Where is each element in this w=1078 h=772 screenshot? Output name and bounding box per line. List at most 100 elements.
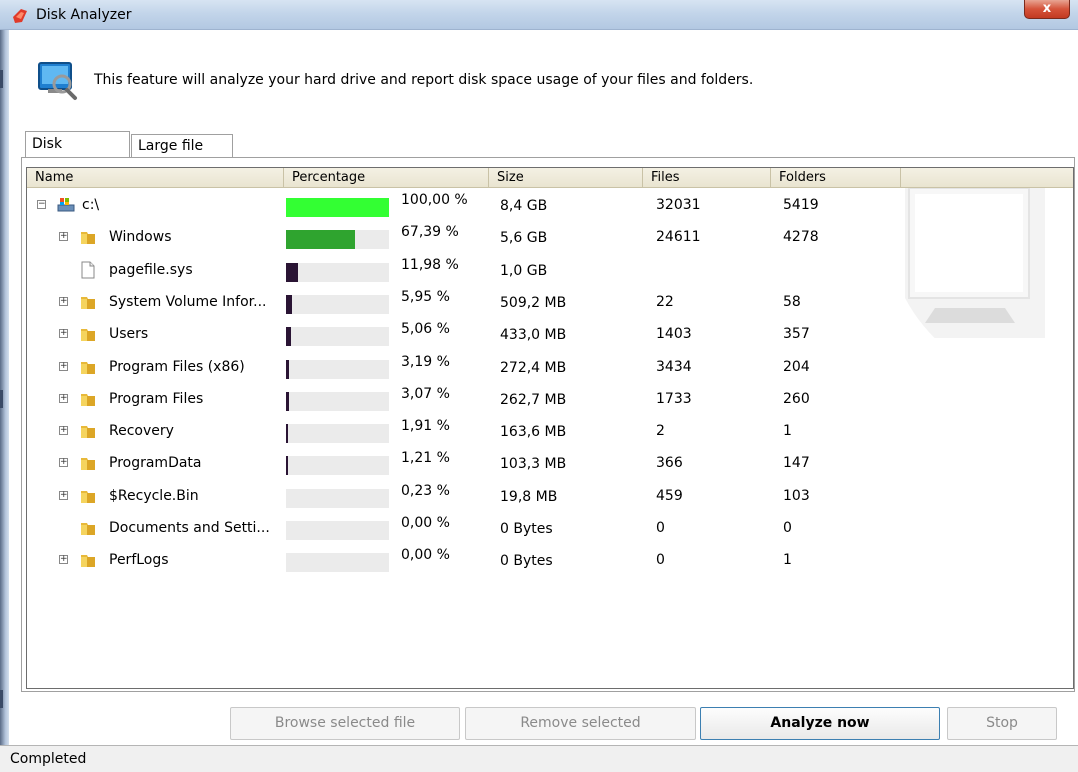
row-folders: 357 xyxy=(783,326,810,343)
tree-row[interactable]: + ProgramData 1,21 % 103,3 MB 366 147 xyxy=(27,448,1073,480)
tree-row[interactable]: + Program Files (x86) 3,19 % 272,4 MB 3434 20… xyxy=(27,352,1073,384)
expand-icon[interactable]: + xyxy=(59,296,68,306)
row-files: 32031 xyxy=(656,197,701,213)
percentage-bar xyxy=(286,198,389,217)
tab-disk-analyzer[interactable]: Disk Analyzer xyxy=(25,131,130,176)
percentage-bar-fill xyxy=(286,359,289,379)
row-files: 459 xyxy=(656,487,683,504)
row-name: pagefile.sys xyxy=(109,261,193,278)
drive-icon xyxy=(57,196,75,214)
expand-icon[interactable]: + xyxy=(59,458,68,468)
expand-icon[interactable]: + xyxy=(59,393,68,403)
folder-icon xyxy=(79,519,97,537)
row-size: 433,0 MB xyxy=(500,327,567,344)
row-percentage: 0,23 % xyxy=(401,482,450,499)
tab-large-file-list[interactable]: Large file list xyxy=(131,134,233,176)
column-header-folders[interactable]: Folders xyxy=(771,168,901,187)
stop-button[interactable]: Stop xyxy=(947,707,1057,740)
folder-icon xyxy=(79,358,97,376)
remove-selected-button[interactable]: Remove selected xyxy=(465,707,696,740)
status-text: Completed xyxy=(10,751,87,767)
expand-icon[interactable]: + xyxy=(59,329,68,339)
tree-row[interactable]: − c:\ 100,00 % 8,4 GB 32031 5419 xyxy=(27,190,1073,222)
tree-row[interactable]: + Windows 67,39 % 5,6 GB 24611 4278 xyxy=(27,222,1073,254)
expand-icon[interactable]: + xyxy=(59,426,68,436)
row-size: 0 Bytes xyxy=(500,521,553,537)
row-percentage: 5,95 % xyxy=(401,288,450,305)
percentage-bar-fill xyxy=(286,262,298,282)
row-size: 0 Bytes xyxy=(500,553,553,570)
tree-row[interactable]: + Users 5,06 % 433,0 MB 1403 357 xyxy=(27,319,1073,351)
folder-icon xyxy=(79,454,97,472)
row-size: 262,7 MB xyxy=(500,391,567,408)
row-folders: 0 xyxy=(783,520,792,536)
row-folders: 5419 xyxy=(783,197,819,213)
row-name: System Volume Infor... xyxy=(109,293,267,310)
row-files: 1733 xyxy=(656,390,692,407)
column-header-name[interactable]: Name xyxy=(27,168,284,187)
row-percentage: 3,07 % xyxy=(401,385,450,402)
row-files: 2 xyxy=(656,423,665,440)
percentage-bar-fill xyxy=(286,391,289,411)
row-name: Program Files (x86) xyxy=(109,358,245,375)
row-size: 509,2 MB xyxy=(500,294,567,311)
tree-row[interactable]: + $Recycle.Bin 0,23 % 19,8 MB 459 103 xyxy=(27,481,1073,513)
row-files: 366 xyxy=(656,455,683,472)
row-files: 24611 xyxy=(656,229,701,246)
percentage-bar xyxy=(286,553,389,573)
row-name: ProgramData xyxy=(109,455,202,472)
percentage-bar-fill xyxy=(286,230,355,250)
percentage-bar-fill xyxy=(286,294,292,314)
row-percentage: 0,00 % xyxy=(401,515,450,531)
row-size: 8,4 GB xyxy=(500,198,548,214)
analyze-now-button[interactable]: Analyze now xyxy=(700,707,940,740)
row-folders: 58 xyxy=(783,293,801,310)
row-size: 103,3 MB xyxy=(500,456,567,473)
percentage-bar-fill xyxy=(286,327,291,347)
row-folders: 147 xyxy=(783,455,810,472)
row-size: 272,4 MB xyxy=(500,359,567,376)
row-name: Users xyxy=(109,326,149,343)
percentage-bar-fill xyxy=(286,456,288,476)
folder-icon xyxy=(79,551,97,569)
row-percentage: 3,19 % xyxy=(401,353,450,370)
column-header-size[interactable]: Size xyxy=(489,168,643,187)
row-folders: 1 xyxy=(783,423,792,440)
tree-row[interactable]: + System Volume Infor... 5,95 % 509,2 MB 22 5… xyxy=(27,287,1073,319)
collapse-icon[interactable]: − xyxy=(37,200,46,209)
expand-icon[interactable]: + xyxy=(59,555,68,565)
expand-icon[interactable]: + xyxy=(59,361,68,371)
row-files: 3434 xyxy=(656,358,692,375)
percentage-bar xyxy=(286,424,389,444)
row-percentage: 1,91 % xyxy=(401,418,450,435)
row-name: Program Files xyxy=(109,390,204,407)
row-name: Documents and Setti... xyxy=(109,520,270,536)
tree-row[interactable]: Documents and Setti... 0,00 % 0 Bytes 0 0 xyxy=(27,513,1073,545)
browse-selected-file-button[interactable]: Browse selected file xyxy=(230,707,460,740)
row-size: 163,6 MB xyxy=(500,424,567,441)
row-folders: 204 xyxy=(783,358,810,375)
row-files: 22 xyxy=(656,293,674,310)
folder-icon xyxy=(79,325,97,343)
tree-row[interactable]: + Program Files 3,07 % 262,7 MB 1733 260 xyxy=(27,384,1073,416)
close-button[interactable]: x xyxy=(1024,0,1070,19)
row-name: PerfLogs xyxy=(109,552,169,569)
percentage-bar xyxy=(286,262,389,282)
percentage-bar-fill xyxy=(286,198,389,217)
row-folders: 103 xyxy=(783,487,810,504)
window-frame-edge xyxy=(0,30,9,745)
window-title: Disk Analyzer xyxy=(36,7,132,23)
row-name: c:\ xyxy=(82,197,100,213)
tree-row[interactable]: pagefile.sys 11,98 % 1,0 GB xyxy=(27,255,1073,287)
row-percentage: 100,00 % xyxy=(401,192,468,208)
row-folders: 4278 xyxy=(783,229,819,246)
tree-row[interactable]: + Recovery 1,91 % 163,6 MB 2 1 xyxy=(27,416,1073,448)
column-header-percentage[interactable]: Percentage xyxy=(284,168,489,187)
tree-row[interactable]: + PerfLogs 0,00 % 0 Bytes 0 1 xyxy=(27,545,1073,577)
expand-icon[interactable]: + xyxy=(59,490,68,500)
column-header-files[interactable]: Files xyxy=(643,168,771,187)
percentage-bar xyxy=(286,359,389,379)
disk-usage-tree[interactable]: Name Percentage Size Files Folders − c:\ 1… xyxy=(26,167,1074,689)
expand-icon[interactable]: + xyxy=(59,232,68,242)
row-size: 5,6 GB xyxy=(500,230,548,247)
